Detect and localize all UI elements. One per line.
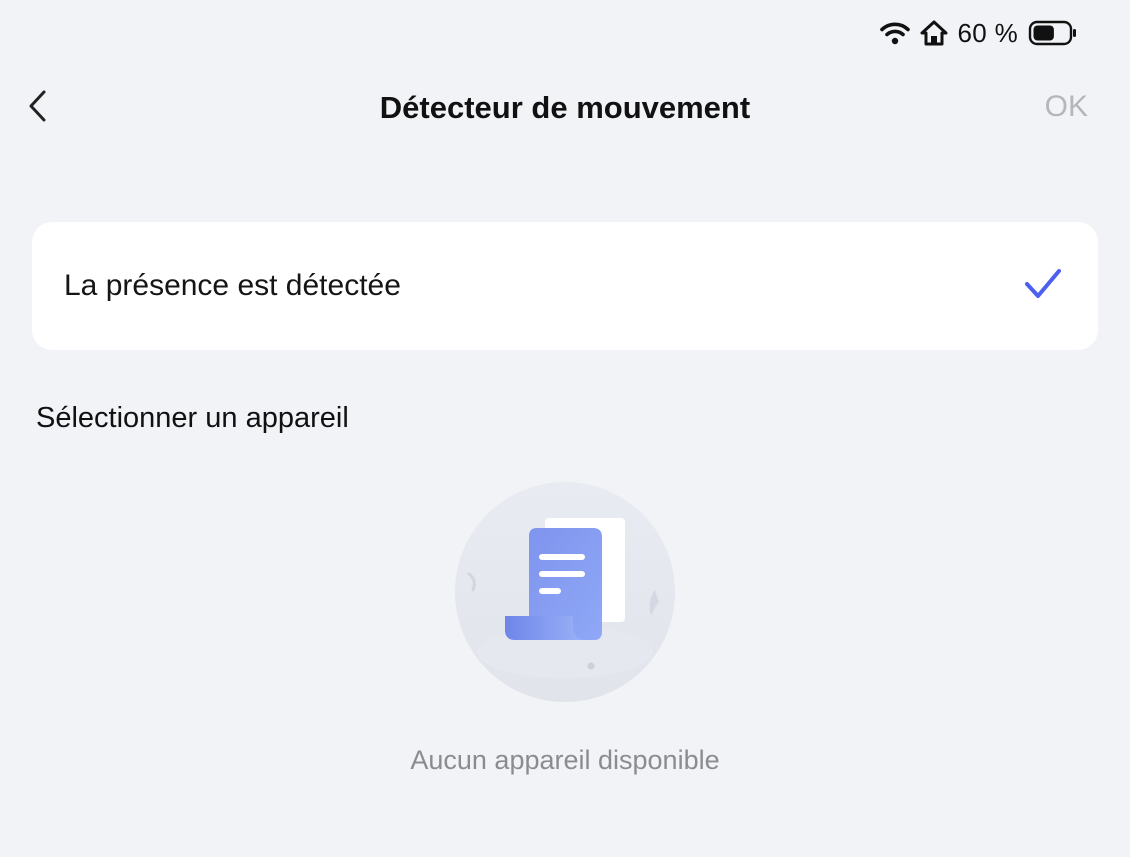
battery-icon	[1028, 19, 1078, 47]
checkmark-icon	[1024, 268, 1062, 305]
battery-percentage: 60 %	[957, 17, 1018, 48]
empty-document-icon	[455, 482, 675, 702]
navigation-bar: Détecteur de mouvement OK	[0, 76, 1130, 140]
section-title: Sélectionner un appareil	[36, 402, 349, 434]
status-bar: 60 %	[879, 14, 1078, 52]
page-title: Détecteur de mouvement	[379, 90, 751, 125]
empty-state-message: Aucun appareil disponible	[410, 745, 720, 775]
option-label: La présence est détectée	[64, 269, 401, 302]
presence-detected-option[interactable]: La présence est détectée	[32, 222, 1098, 350]
home-icon	[920, 20, 948, 46]
ok-button[interactable]: OK	[1045, 90, 1088, 124]
wifi-icon	[879, 21, 910, 45]
